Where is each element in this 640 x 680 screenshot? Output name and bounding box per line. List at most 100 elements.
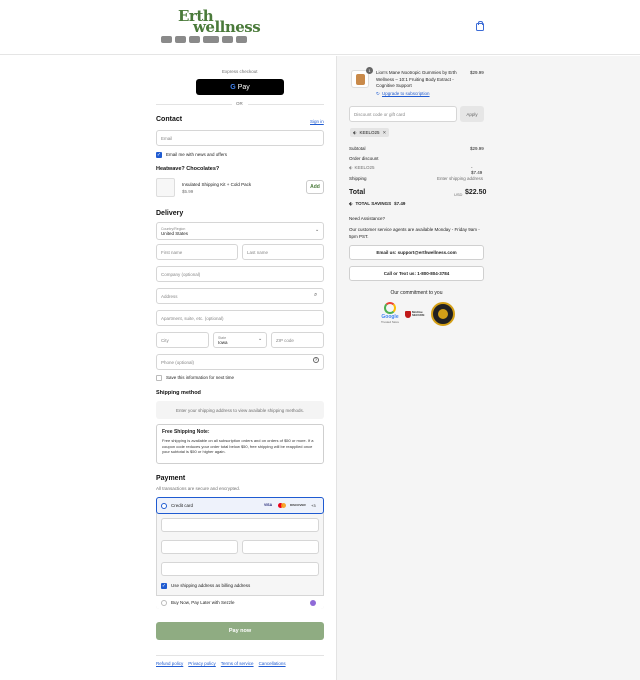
payment-heading: Payment [156,475,186,482]
credit-card-radio[interactable] [161,503,167,509]
shipping-method-heading: Shipping method [156,390,201,396]
google-g-icon: G [230,83,236,91]
country-select[interactable]: Country/Region United States [156,222,324,240]
footer-links: Refund policy Privacy policy Terms of se… [156,661,286,666]
upsell-heading: Heatwave? Chocolates? [156,166,220,172]
subtotal-label: Subtotal [349,146,366,151]
sign-in-link[interactable]: Sign in [310,119,324,124]
press-badge-icon [203,36,219,43]
privacy-policy-link[interactable]: Privacy policy [188,661,216,666]
payment-subtitle: All transactions are secure and encrypte… [156,486,241,491]
discount-code-field[interactable]: Discount code or gift card [349,106,457,122]
press-badge-icon [161,36,172,43]
email-field[interactable]: Email [156,130,324,146]
order-discount-value: - $7.49 [471,165,483,175]
chevron-down-icon: ⌄ [315,227,320,233]
more-cards-badge: +3 [311,503,316,508]
card-expiry-field[interactable] [161,540,238,554]
assistance-heading: Need Assistance? [349,216,386,221]
quantity-badge: 1 [366,67,373,74]
city-field[interactable]: City [156,332,209,348]
shipping-value: Enter shipping address [437,176,484,181]
save-info-checkbox[interactable] [156,375,162,381]
last-name-field[interactable]: Last name [242,244,324,260]
chevron-down-icon: ⌄ [258,336,263,342]
sezzle-radio[interactable] [161,600,167,606]
guarantee-seal [431,302,455,326]
brand-logo[interactable]: Erth wellness [178,9,261,35]
company-field[interactable]: Company (optional) [156,266,324,282]
free-shipping-note-body: Free shipping is available on all subscr… [162,438,314,454]
email-support-button[interactable]: Email us: support@erthwellness.com [349,245,484,260]
billing-same-checkbox[interactable]: ✓ [161,583,167,589]
pay-now-button[interactable]: Pay now [156,622,324,640]
news-label: Email me with news and offers [166,152,227,157]
first-name-field[interactable]: First name [156,244,238,260]
google-check-icon [384,302,396,314]
mcafee-secure-badge: McAfee SECURE [405,308,429,320]
site-header: Erth wellness [0,0,640,55]
order-discount-code: ⬖ KEELO25 [349,165,375,170]
sezzle-label: Buy Now, Pay Later with Sezzle [171,600,235,605]
news-checkbox[interactable]: ✓ [156,152,162,158]
address-field[interactable]: Address [156,288,324,304]
visa-icon: VISA [264,503,273,507]
help-icon[interactable]: ? [313,357,319,363]
phone-field[interactable]: Phone (optional) [156,354,324,370]
press-badges [161,36,247,43]
free-shipping-note: Free Shipping Note: Free shipping is ava… [156,424,324,464]
press-badge-icon [236,36,247,43]
discount-tag: ⬖ KEELO25 ✕ [350,128,390,137]
sezzle-icon [310,600,316,606]
upgrade-subscription-link[interactable]: Upgrade to subscription [382,91,430,96]
product-title: Lion's Mane Nootropic Gummies by Erth We… [376,70,457,88]
mastercard-icon [278,503,286,508]
total-currency: USD [454,192,463,197]
terms-of-service-link[interactable]: Terms of service [221,661,254,666]
save-info-label: Save this information for next time [166,375,235,380]
mcafee-shield-icon [405,310,411,318]
tag-icon: ⬖ [349,165,353,170]
assistance-body: Our customer service agents are availabl… [349,227,480,239]
google-trusted-store-badge: Google Trusted Store [377,302,403,326]
card-number-field[interactable] [161,518,319,532]
free-shipping-note-title: Free Shipping Note: [162,429,210,435]
or-divider-label: OR [236,101,243,106]
upsell-add-button[interactable]: Add [306,180,324,194]
shipping-methods-placeholder: Enter your shipping address to view avai… [156,401,324,419]
subscription-icon: ↻ [376,91,380,96]
card-cvv-field[interactable] [242,540,319,554]
apartment-field[interactable]: Apartment, suite, etc. (optional) [156,310,324,326]
zip-field[interactable]: ZIP code [271,332,324,348]
shipping-label: Shipping [349,176,367,181]
contact-heading: Contact [156,116,183,123]
total-savings: ⬖ TOTAL SAVINGS $7.49 [349,201,406,206]
cancellations-link[interactable]: Cancellations [259,661,286,666]
shopping-bag-icon[interactable] [476,21,484,31]
subtotal-value: $29.99 [470,146,484,151]
tag-icon: ⬖ [349,201,353,206]
order-discount-label: Order discount [349,156,379,161]
press-badge-icon [189,36,200,43]
total-label: Total [349,189,366,196]
google-pay-button[interactable]: G Pay [196,79,284,95]
card-name-field[interactable] [161,562,319,576]
upsell-product-image [156,178,175,197]
call-support-button[interactable]: Call or Text us: 1-800-804-3784 [349,266,484,281]
discount-tag-code: KEELO25 [359,130,380,135]
delivery-heading: Delivery [156,210,184,217]
express-checkout-label: Express checkout [222,69,258,74]
press-badge-icon [222,36,233,43]
billing-same-label: Use shipping address as billing address [171,583,251,588]
refund-policy-link[interactable]: Refund policy [156,661,183,666]
product-price: $29.99 [470,70,484,75]
apply-discount-button[interactable]: Apply [460,106,484,122]
upsell-price: $5.99 [182,189,194,194]
discover-icon: DISCOVER [290,503,306,507]
remove-discount-icon[interactable]: ✕ [382,130,386,136]
commitment-heading: Our commitment to you [390,290,443,296]
total-value: $22.50 [465,189,487,196]
credit-card-label: Credit card [171,503,194,508]
search-icon: ⌕ [314,292,318,298]
order-summary: 1 Lion's Mane Nootropic Gummies by Erth … [349,56,487,616]
